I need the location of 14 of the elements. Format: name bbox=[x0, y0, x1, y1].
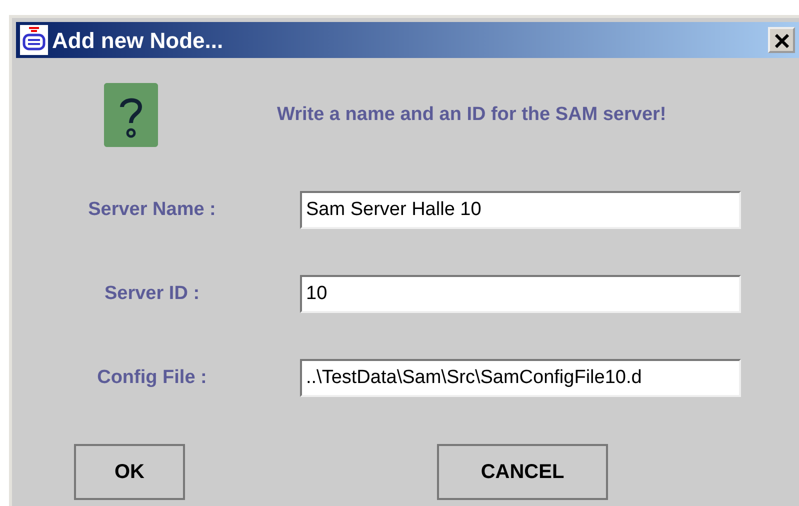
field-label: Config File : bbox=[96, 366, 208, 390]
field-label: Server Name : bbox=[87, 198, 217, 222]
app-icon bbox=[20, 25, 48, 55]
close-button[interactable] bbox=[768, 27, 795, 53]
window-title: Add new Node... bbox=[52, 26, 224, 54]
question-icon bbox=[104, 83, 158, 147]
close-icon bbox=[774, 34, 788, 48]
input-field[interactable]: 10 bbox=[300, 275, 741, 313]
input-field[interactable]: ..\TestData\Sam\Src\SamConfigFile10.d bbox=[300, 359, 741, 397]
field-label: Server ID : bbox=[103, 282, 201, 306]
input-field[interactable]: Sam Server Halle 10 bbox=[300, 191, 741, 229]
instruction-text: Write a name and an ID for the SAM server! bbox=[277, 102, 666, 127]
ok-button[interactable]: OK bbox=[74, 444, 185, 500]
cancel-button[interactable]: CANCEL bbox=[437, 444, 608, 500]
